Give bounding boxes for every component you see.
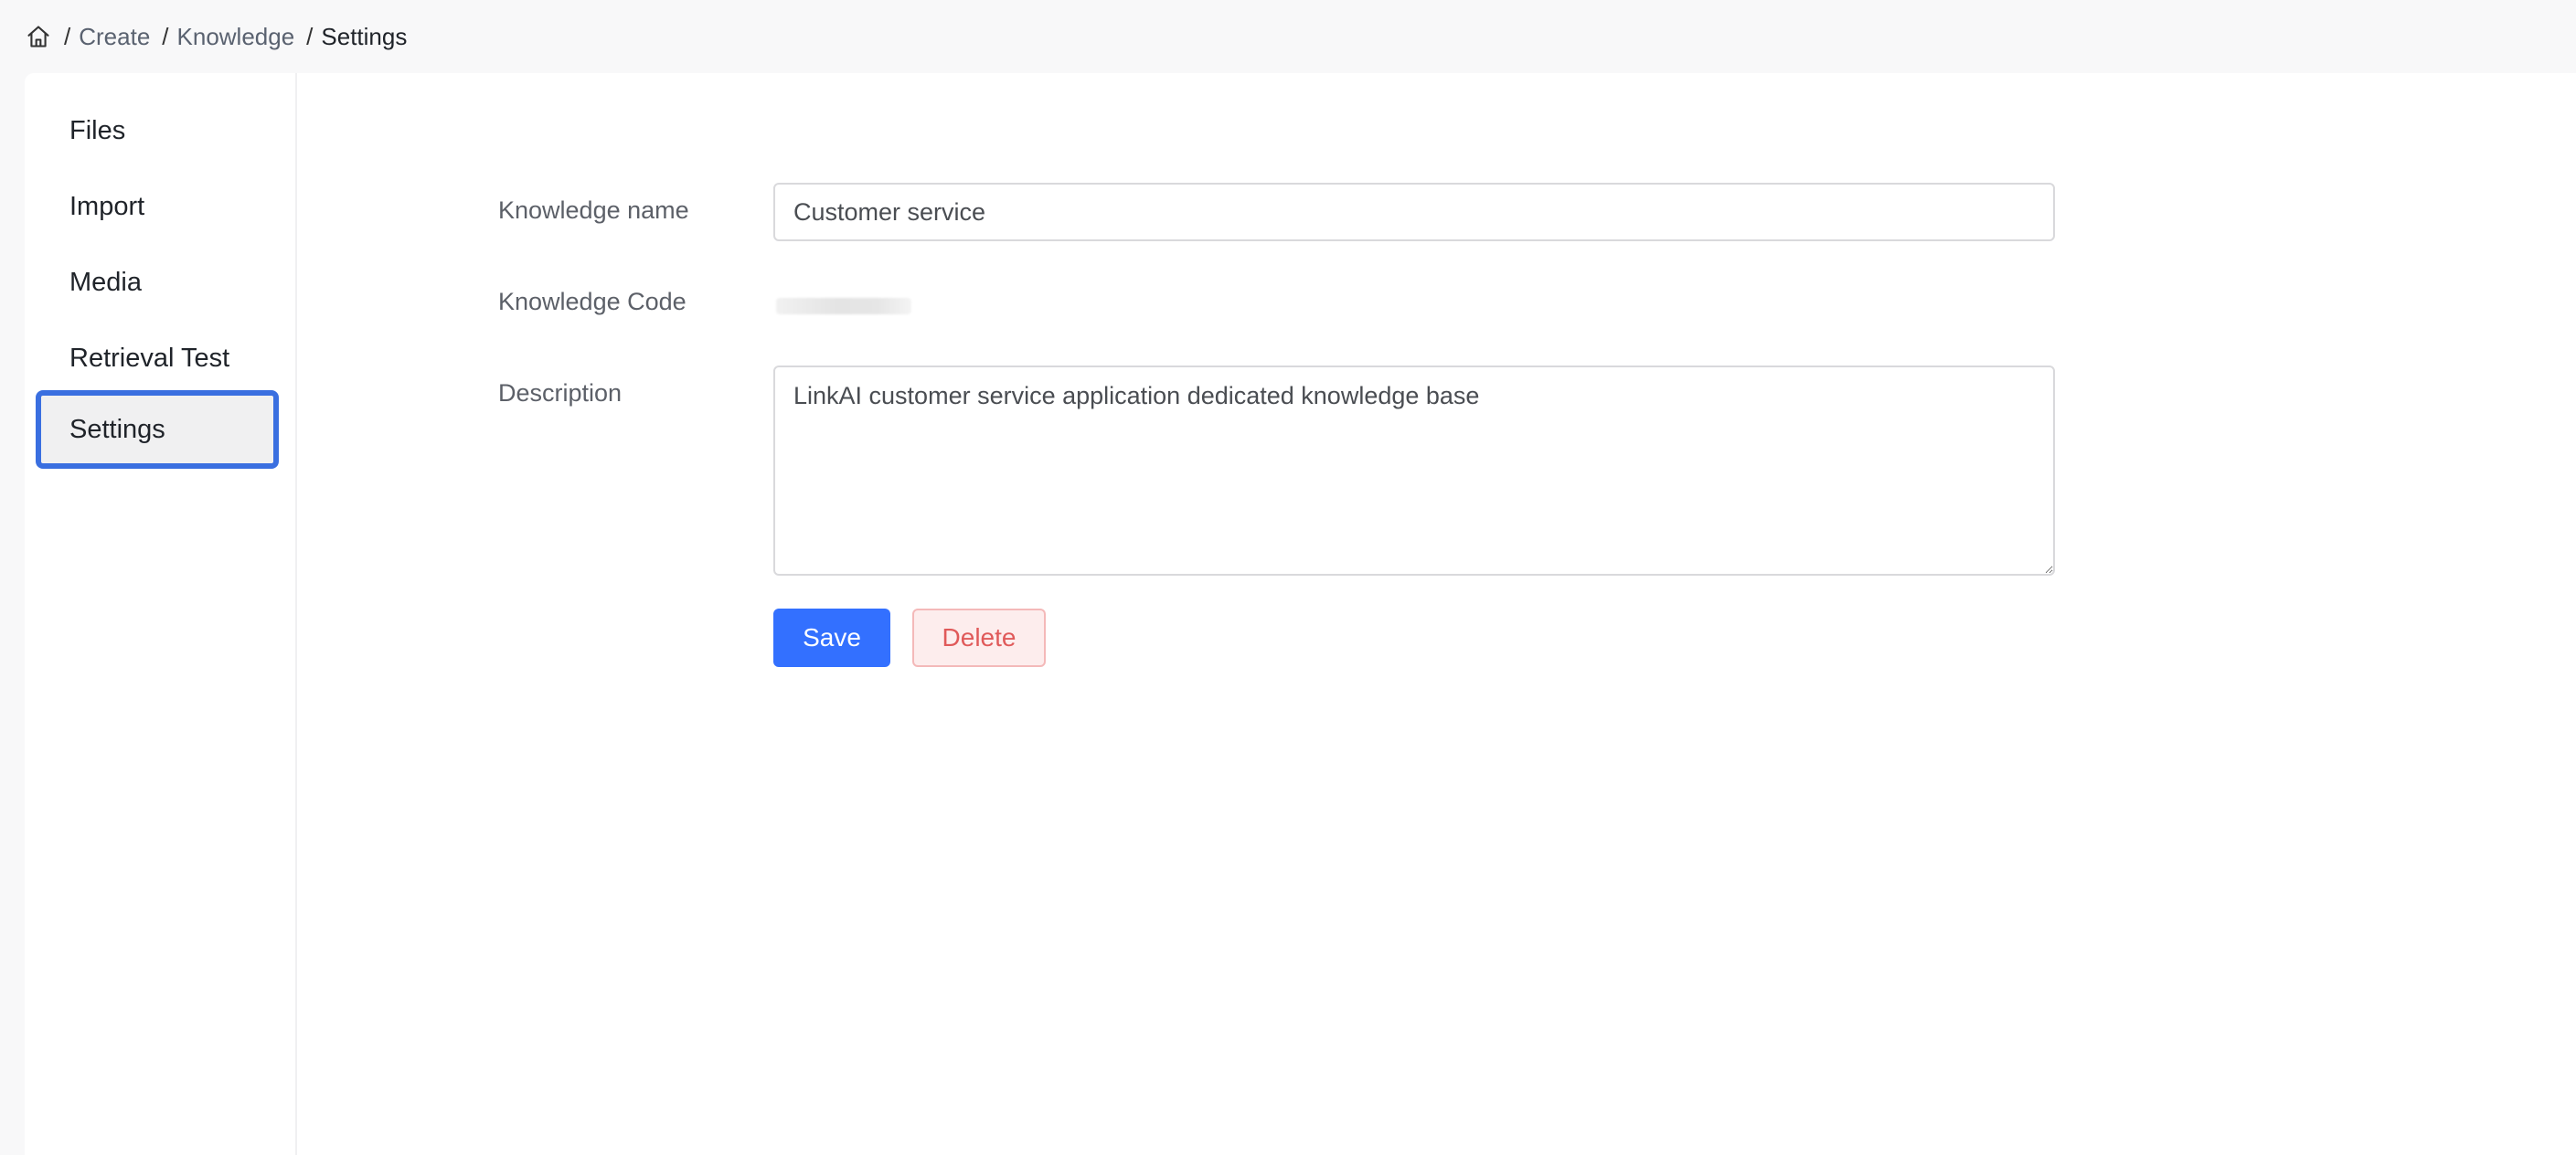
breadcrumb-separator: / xyxy=(306,22,314,50)
knowledge-name-label: Knowledge name xyxy=(498,196,689,224)
delete-button[interactable]: Delete xyxy=(912,609,1046,667)
knowledge-code-value-redacted xyxy=(776,298,911,314)
sidebar-item-retrieval-test[interactable]: Retrieval Test xyxy=(36,319,279,397)
sidebar-item-media[interactable]: Media xyxy=(36,243,279,322)
sidebar-item-label: Media xyxy=(69,267,142,297)
breadcrumb-label: Knowledge xyxy=(176,22,295,50)
breadcrumb-label: Create xyxy=(79,22,151,50)
sidebar-item-settings[interactable]: Settings xyxy=(36,390,279,469)
breadcrumb-create[interactable]: / Create xyxy=(52,23,150,51)
sidebar-item-files[interactable]: Files xyxy=(36,91,279,170)
sidebar-item-label: Settings xyxy=(69,414,165,444)
sidebar: Files Import Media Retrieval Test Settin… xyxy=(25,73,297,1155)
breadcrumb-separator: / xyxy=(64,22,71,50)
description-textarea[interactable]: LinkAI customer service application dedi… xyxy=(773,366,2055,576)
description-label: Description xyxy=(498,379,623,407)
breadcrumb-settings: / Settings xyxy=(294,23,407,51)
breadcrumb-label: Settings xyxy=(321,22,408,50)
knowledge-name-input[interactable] xyxy=(773,183,2055,241)
sidebar-item-label: Import xyxy=(69,191,145,221)
sidebar-item-label: Files xyxy=(69,115,126,145)
main-card: Files Import Media Retrieval Test Settin… xyxy=(25,73,2576,1155)
breadcrumb-separator: / xyxy=(162,22,169,50)
knowledge-code-label: Knowledge Code xyxy=(498,288,687,315)
home-icon[interactable] xyxy=(25,23,52,50)
top-bar: / Create / Knowledge / Settings xyxy=(0,0,2576,73)
save-button[interactable]: Save xyxy=(773,609,890,667)
sidebar-item-import[interactable]: Import xyxy=(36,167,279,246)
sidebar-item-label: Retrieval Test xyxy=(69,343,230,373)
breadcrumb-knowledge[interactable]: / Knowledge xyxy=(150,23,294,51)
